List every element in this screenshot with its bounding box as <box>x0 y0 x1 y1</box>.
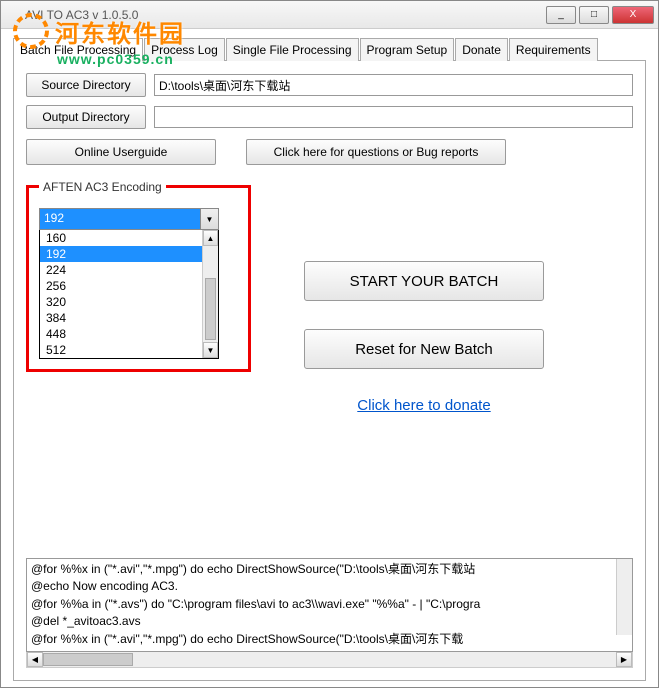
log-vertical-scrollbar[interactable] <box>616 559 632 635</box>
output-directory-button[interactable]: Output Directory <box>26 105 146 129</box>
log-horizontal-scrollbar[interactable]: ◀ ▶ <box>26 652 633 668</box>
bitrate-option-384[interactable]: 384 <box>40 310 218 326</box>
online-userguide-button[interactable]: Online Userguide <box>26 139 216 165</box>
close-button[interactable]: X <box>612 6 654 24</box>
bitrate-option-448[interactable]: 448 <box>40 326 218 342</box>
window-buttons: _ □ X <box>546 6 654 24</box>
reset-batch-button[interactable]: Reset for New Batch <box>304 329 544 369</box>
bitrate-option-512[interactable]: 512 <box>40 342 218 358</box>
dropdown-scrollbar[interactable]: ▲ ▼ <box>202 230 218 358</box>
minimize-button[interactable]: _ <box>546 6 576 24</box>
output-directory-input[interactable] <box>154 106 633 128</box>
chevron-down-icon[interactable]: ▼ <box>200 209 218 229</box>
bitrate-option-160[interactable]: 160 <box>40 230 218 246</box>
log-textarea[interactable]: @for %%x in ("*.avi","*.mpg") do echo Di… <box>26 558 633 652</box>
bitrate-combobox[interactable]: 192 ▼ <box>39 208 219 230</box>
maximize-button[interactable]: □ <box>579 6 609 24</box>
source-directory-button[interactable]: Source Directory <box>26 73 146 97</box>
scroll-up-icon[interactable]: ▲ <box>203 230 218 246</box>
donate-link[interactable]: Click here to donate <box>304 397 544 414</box>
tab-donate[interactable]: Donate <box>455 38 508 61</box>
scroll-down-icon[interactable]: ▼ <box>203 342 218 358</box>
tab-single-file[interactable]: Single File Processing <box>226 38 359 61</box>
tab-batch-processing[interactable]: Batch File Processing <box>13 38 143 61</box>
bitrate-option-320[interactable]: 320 <box>40 294 218 310</box>
bitrate-dropdown[interactable]: 160 192 224 256 320 384 448 512 ▲ ▼ <box>39 230 219 359</box>
titlebar[interactable]: AVI TO AC3 v 1.0.5.0 _ □ X <box>1 1 658 29</box>
bitrate-value: 192 <box>40 209 200 229</box>
app-icon <box>5 7 21 23</box>
aften-group-highlighted: AFTEN AC3 Encoding 192 ▼ 160 192 224 256… <box>26 185 251 372</box>
bitrate-option-224[interactable]: 224 <box>40 262 218 278</box>
tab-pane: Source Directory Output Directory Online… <box>13 61 646 681</box>
scroll-thumb[interactable] <box>205 278 216 340</box>
scroll-right-icon[interactable]: ▶ <box>616 652 632 667</box>
bug-reports-button[interactable]: Click here for questions or Bug reports <box>246 139 506 165</box>
tab-process-log[interactable]: Process Log <box>144 38 225 61</box>
bitrate-option-256[interactable]: 256 <box>40 278 218 294</box>
bitrate-option-192[interactable]: 192 <box>40 246 218 262</box>
log-panel: @for %%x in ("*.avi","*.mpg") do echo Di… <box>26 558 633 668</box>
source-directory-input[interactable] <box>154 74 633 96</box>
tab-requirements[interactable]: Requirements <box>509 38 598 61</box>
scroll-left-icon[interactable]: ◀ <box>27 652 43 667</box>
start-batch-button[interactable]: START YOUR BATCH <box>304 261 544 301</box>
aften-group-label: AFTEN AC3 Encoding <box>39 180 166 194</box>
window-title: AVI TO AC3 v 1.0.5.0 <box>25 8 546 22</box>
tab-bar: Batch File Processing Process Log Single… <box>13 37 646 61</box>
tab-program-setup[interactable]: Program Setup <box>360 38 455 61</box>
scroll-thumb-h[interactable] <box>43 653 133 666</box>
